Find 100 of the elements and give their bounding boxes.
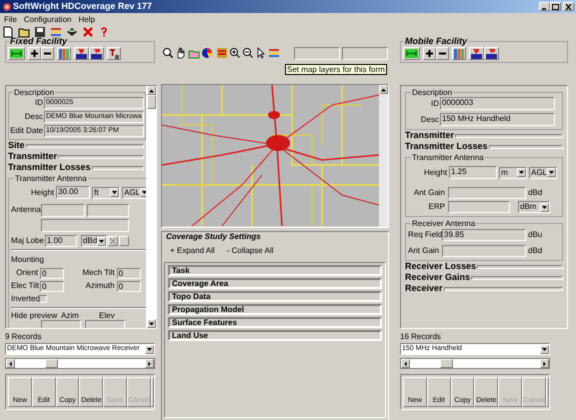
scroll-down-button[interactable] [146,319,156,328]
scroll-bar[interactable] [379,85,388,227]
text-field[interactable]: 0 [116,280,141,292]
scroll-left-button[interactable] [401,359,410,368]
dropdown-arrow-icon[interactable] [548,169,556,176]
settings-section-bar[interactable]: Topo Data [168,291,382,302]
stack-icon[interactable] [66,26,78,38]
add-button[interactable] [423,47,436,60]
zoom-in-icon[interactable] [229,47,241,59]
scroll-thumb[interactable] [45,359,58,368]
scroll-right-button[interactable] [145,359,154,368]
scroll-bar[interactable] [5,358,155,369]
maximize-button[interactable] [550,2,561,11]
dropdown-arrow-icon[interactable] [518,169,526,176]
section-header[interactable]: Receiver Gains [405,271,472,285]
text-field[interactable]: 0 [116,268,141,278]
text-field[interactable] [342,46,388,60]
checkbox[interactable] [39,295,47,303]
expand-all-link[interactable]: + Expand All [170,245,215,257]
scroll-right-button[interactable] [540,359,549,368]
dropdown[interactable]: ft [92,186,120,198]
dropdown-arrow-icon[interactable] [541,204,548,210]
text-field[interactable]: 1.00 [44,235,77,247]
settings-section-bar[interactable]: Land Use [168,330,382,341]
dropdown[interactable]: m [499,166,528,178]
transfer-button[interactable] [484,47,499,60]
text-field[interactable] [294,46,340,60]
text-field[interactable]: 0 [40,280,64,292]
scroll-thumb[interactable] [440,359,453,368]
blank-button[interactable] [546,377,549,407]
hand-icon[interactable] [175,47,187,59]
link-button[interactable] [403,47,420,60]
columns-icon [59,48,69,58]
scroll-bar[interactable] [400,358,550,369]
save-icon[interactable] [34,26,46,38]
remove-button[interactable] [436,47,449,60]
dropdown[interactable]: AGL [529,166,558,178]
transfer-button[interactable] [469,47,484,60]
menu-item[interactable]: Configuration [24,14,72,24]
section-header[interactable]: Transmitter Losses [405,140,489,154]
columns-button[interactable] [452,47,466,60]
blank-button[interactable] [150,377,154,407]
dropdown-arrow-icon[interactable] [141,189,146,196]
text-field[interactable]: 30.00 [56,186,90,199]
dropdown-arrow-icon[interactable] [146,346,153,352]
dropdown-arrow-icon[interactable] [98,238,106,244]
zoom-out-icon[interactable] [242,47,254,59]
group-title: Transmitter Antenna [14,174,88,183]
text-field[interactable] [442,245,526,257]
text-field[interactable]: 0000003 [440,97,555,110]
pointer-icon[interactable] [255,47,267,59]
scroll-thumb[interactable] [146,95,156,109]
text-field[interactable]: 0 [40,268,64,278]
columns-button[interactable] [57,47,71,60]
zoom-icon[interactable] [162,47,174,59]
scroll-up-button[interactable] [379,85,388,94]
dropdown-arrow-icon[interactable] [111,189,118,196]
blank-button[interactable] [118,236,129,246]
menu-item[interactable]: File [4,14,17,24]
new-file-icon[interactable] [2,26,14,38]
tool-button[interactable] [107,47,121,60]
dropdown[interactable]: dBd [80,235,107,247]
settings-section-bar[interactable]: Surface Features [168,317,382,328]
text-field[interactable] [41,204,85,217]
clear-button[interactable] [108,236,118,246]
collapse-all-link[interactable]: - Collapse All [226,245,274,257]
text-field[interactable] [41,219,129,232]
remove-button[interactable] [41,47,54,60]
section-header[interactable]: Transmitter [8,150,58,164]
settings-section-bar[interactable]: Propagation Model [168,304,382,315]
close-icon[interactable] [82,26,94,38]
add-button[interactable] [28,47,41,60]
dropdown[interactable]: AGL [122,186,146,198]
minimize-button[interactable] [539,2,550,11]
section-header[interactable]: Site [8,139,26,153]
text-field[interactable] [87,204,129,217]
close-button[interactable] [563,2,574,11]
transfer-button[interactable] [89,47,104,60]
transfer-button[interactable] [74,47,89,60]
settings-section-bar[interactable]: Task [168,265,382,276]
section-header[interactable]: Transmitter [405,129,456,143]
text-field[interactable] [448,187,526,199]
link-button[interactable] [8,47,25,60]
section-header[interactable]: Transmitter Losses [8,161,92,175]
scroll-up-button[interactable] [146,86,156,95]
scroll-bar[interactable] [146,86,156,328]
dropdown[interactable]: dBm [518,201,550,213]
scroll-left-button[interactable] [6,359,15,368]
section-header[interactable]: Receiver Losses [405,260,478,274]
dropdown-arrow-icon[interactable] [541,346,548,352]
field-label: Height [31,186,54,198]
section-header[interactable]: Receiver [405,282,444,296]
text-field[interactable]: 39.85 [442,229,526,241]
menu-item[interactable]: Help [78,14,95,24]
text-field[interactable]: 150 MHz Handheld [440,113,555,126]
close-icon [110,238,116,244]
folder-icon[interactable] [18,26,30,38]
text-field[interactable]: 1.25 [449,166,498,179]
settings-section-bar[interactable]: Coverage Area [168,278,382,289]
text-field[interactable] [448,201,510,213]
